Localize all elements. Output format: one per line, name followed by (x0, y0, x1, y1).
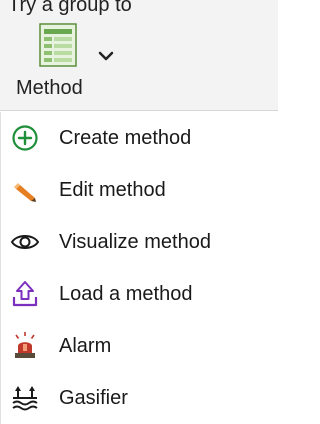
method-button-label: Method (16, 77, 83, 99)
plus-circle-icon (9, 122, 41, 154)
menu-item-label: Alarm (59, 334, 112, 357)
menu-item-create-method[interactable]: Create method (1, 112, 279, 164)
ribbon-area: Try a group to Method (0, 0, 278, 111)
menu-item-label: Edit method (59, 178, 166, 201)
menu-item-alarm[interactable]: Alarm (1, 320, 279, 372)
alarm-siren-icon (9, 330, 41, 362)
method-dropdown-menu: Create method Edit method Visualize meth… (0, 112, 279, 424)
menu-item-label: Gasifier (59, 386, 128, 409)
eye-icon (9, 226, 41, 258)
gasifier-icon (9, 382, 41, 414)
menu-item-visualize-method[interactable]: Visualize method (1, 216, 279, 268)
pencil-icon (9, 174, 41, 206)
upload-icon (9, 278, 41, 310)
menu-item-edit-method[interactable]: Edit method (1, 164, 279, 216)
chevron-down-icon[interactable] (94, 44, 118, 68)
method-document-icon (38, 22, 78, 68)
menu-item-label: Visualize method (59, 230, 211, 253)
ribbon-group-title: Try a group to (8, 0, 132, 16)
method-dropdown-button[interactable]: Method (8, 22, 148, 104)
menu-item-load-method[interactable]: Load a method (1, 268, 279, 320)
menu-item-gasifier[interactable]: Gasifier (1, 372, 279, 424)
menu-item-label: Create method (59, 126, 192, 149)
menu-item-label: Load a method (59, 282, 193, 305)
